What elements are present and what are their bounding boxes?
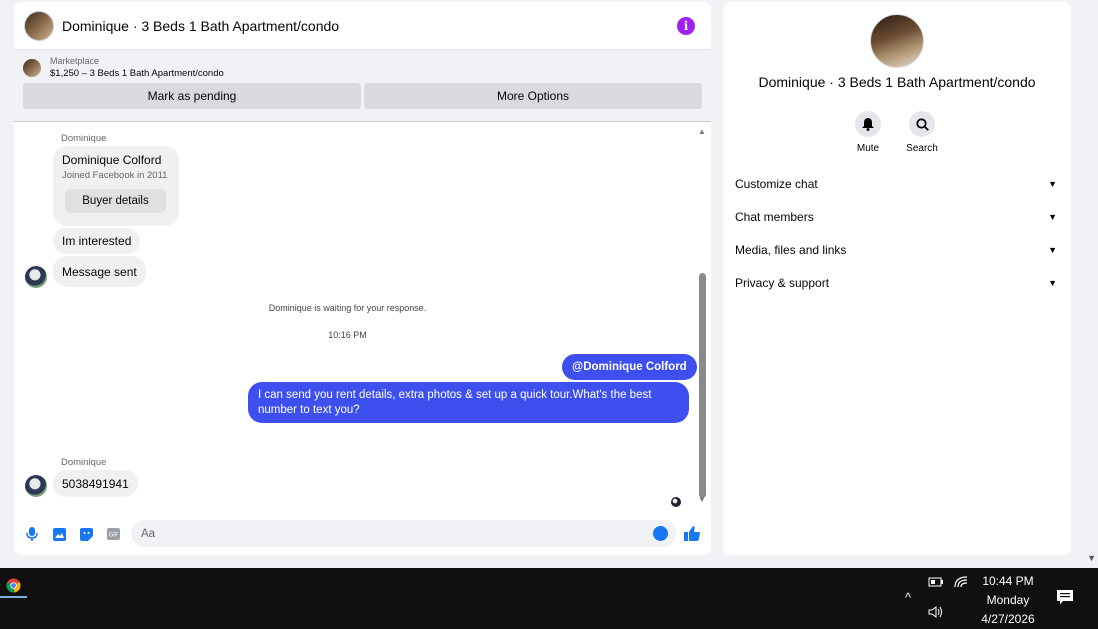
mark-pending-button[interactable]: Mark as pending — [23, 83, 361, 109]
scroll-up-icon[interactable]: ▲ — [698, 127, 706, 136]
more-options-button[interactable]: More Options — [364, 83, 702, 109]
wifi-icon[interactable] — [954, 576, 968, 591]
listing-thumbnail[interactable] — [23, 58, 41, 77]
chat-info-panel: Dominique · 3 Beds 1 Bath Apartment/cond… — [723, 2, 1071, 555]
clock-date: 4/27/2026 — [981, 612, 1035, 626]
chat-header: Dominique · 3 Beds 1 Bath Apartment/cond… — [14, 2, 711, 50]
buyer-card: Dominique Colford Joined Facebook in 201… — [53, 146, 179, 226]
mention-bubble[interactable]: @Dominique Colford — [562, 354, 697, 380]
sender-avatar[interactable] — [25, 475, 47, 497]
chat-title[interactable]: Dominique · 3 Beds 1 Bath Apartment/cond… — [62, 18, 677, 34]
buyer-details-button[interactable]: Buyer details — [65, 189, 166, 213]
composer: GIF Aa — [14, 519, 711, 549]
mute-label: Mute — [856, 143, 880, 154]
chevron-down-icon: ▼ — [1048, 212, 1057, 222]
active-app-indicator — [0, 596, 27, 598]
search-label: Search — [906, 143, 938, 154]
message-bubble[interactable]: 5038491941 — [53, 470, 138, 497]
notifications-icon[interactable] — [1057, 590, 1073, 608]
timestamp: 10:16 PM — [328, 330, 367, 340]
listing-photo[interactable] — [870, 14, 924, 68]
message-bubble[interactable]: Message sent — [53, 256, 146, 287]
sender-name: Dominique — [61, 457, 107, 468]
scroll-thumb[interactable] — [699, 273, 706, 498]
search-icon[interactable] — [909, 111, 935, 137]
chat-members-row[interactable]: Chat members ▼ — [735, 207, 1057, 227]
buyer-joined: Joined Facebook in 2011 — [62, 170, 168, 181]
sticker-icon[interactable] — [78, 526, 94, 542]
chrome-icon[interactable] — [0, 574, 26, 596]
sender-name: Dominique — [61, 133, 107, 144]
message-scrollbar[interactable]: ▲ ▼ — [697, 127, 707, 512]
svg-text:GIF: GIF — [108, 532, 118, 539]
waiting-notice: Dominique is waiting for your response. — [268, 303, 427, 313]
chevron-up-icon[interactable]: ^ — [905, 590, 911, 605]
panel-title: Dominique · 3 Beds 1 Bath Apartment/cond… — [758, 74, 1036, 90]
chat-avatar[interactable] — [24, 10, 54, 41]
clock-time: 10:44 PM — [982, 574, 1034, 588]
like-icon[interactable] — [684, 526, 700, 546]
volume-icon[interactable] — [928, 606, 944, 621]
message-input[interactable]: Aa — [131, 520, 676, 547]
listing-text[interactable]: $1,250 – 3 Beds 1 Bath Apartment/condo — [50, 68, 224, 79]
taskbar: ^ 10:44 PM Monday 4/27/2026 — [0, 568, 1098, 629]
sender-avatar[interactable] — [25, 266, 47, 288]
page-scroll-down-icon[interactable]: ▼ — [1087, 553, 1096, 563]
gif-icon[interactable]: GIF — [105, 526, 121, 542]
section-label: Media, files and links — [735, 243, 847, 257]
chevron-down-icon: ▼ — [1048, 278, 1057, 288]
chat-panel: Dominique · 3 Beds 1 Bath Apartment/cond… — [14, 2, 711, 555]
section-label: Customize chat — [735, 177, 818, 191]
message-placeholder: Aa — [141, 527, 156, 540]
clock-day: Monday — [986, 593, 1030, 607]
info-icon[interactable]: i — [677, 16, 695, 35]
search-action[interactable]: Search — [902, 111, 942, 154]
message-bubble[interactable]: Im interested — [53, 228, 141, 254]
buyer-name: Dominique Colford — [62, 153, 162, 167]
message-list: Dominique Dominique Colford Joined Faceb… — [14, 126, 711, 514]
battery-icon[interactable] — [928, 576, 944, 590]
marketplace-label: Marketplace — [50, 56, 100, 66]
bell-icon[interactable] — [855, 111, 881, 137]
chevron-down-icon: ▼ — [1048, 179, 1057, 189]
section-label: Chat members — [735, 210, 814, 224]
seen-indicator — [671, 497, 681, 507]
system-clock[interactable]: 10:44 PM Monday 4/27/2026 — [970, 572, 1046, 629]
microphone-icon[interactable] — [24, 526, 40, 542]
customize-chat-row[interactable]: Customize chat ▼ — [735, 174, 1057, 194]
photo-icon[interactable] — [51, 526, 67, 542]
mute-action[interactable]: Mute — [848, 111, 888, 154]
marketplace-banner: Marketplace $1,250 – 3 Beds 1 Bath Apart… — [14, 50, 711, 122]
outgoing-message[interactable]: I can send you rent details, extra photo… — [248, 382, 689, 423]
scroll-down-icon[interactable]: ▼ — [698, 495, 706, 504]
chevron-down-icon: ▼ — [1048, 245, 1057, 255]
privacy-support-row[interactable]: Privacy & support ▼ — [735, 273, 1057, 293]
media-files-row[interactable]: Media, files and links ▼ — [735, 240, 1057, 260]
section-label: Privacy & support — [735, 276, 830, 290]
emoji-icon[interactable] — [653, 526, 668, 541]
